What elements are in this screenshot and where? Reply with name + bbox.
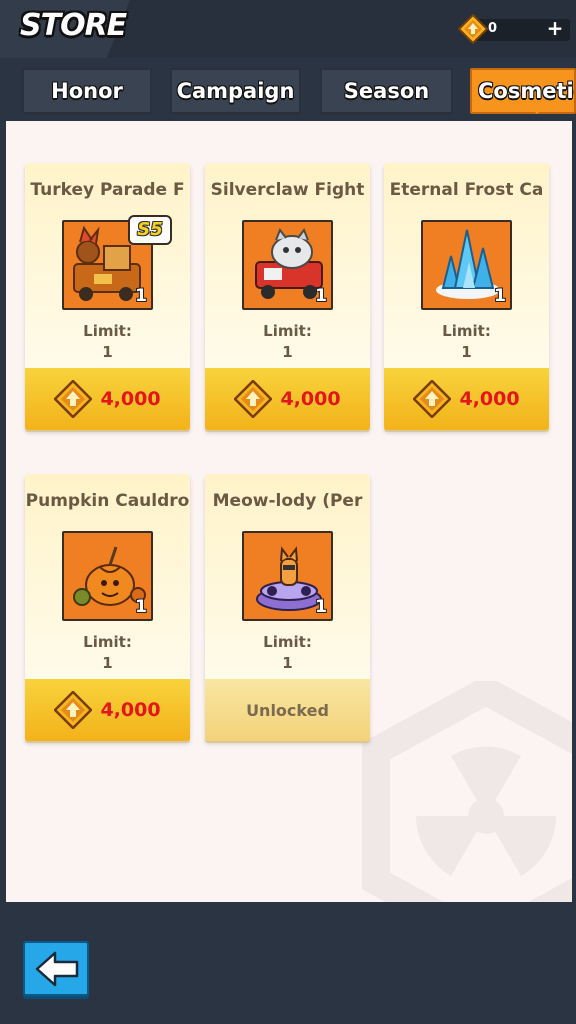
- limit-label: Limit:: [442, 322, 491, 340]
- tab-campaign[interactable]: Campaign: [170, 68, 301, 114]
- page-title: STORE: [20, 8, 127, 43]
- limit-value: 1: [282, 343, 293, 361]
- item-name: Turkey Parade F: [30, 180, 185, 200]
- unlocked-label: Unlocked: [246, 700, 329, 720]
- item-quantity: 1: [494, 286, 506, 306]
- item-image-frame: 1: [242, 220, 333, 310]
- limit-label: Limit:: [263, 633, 312, 651]
- gem-coin-icon: [413, 380, 452, 418]
- item-price: 4,000: [100, 699, 161, 721]
- tab-honor[interactable]: Honor: [22, 68, 152, 114]
- gem-coin-icon: [54, 380, 93, 418]
- cosmetic-shop-panel[interactable]: Turkey Parade F 1 S5 Limit: 1 4,000 Silv…: [6, 121, 572, 902]
- active-tab-pointer: [527, 104, 547, 114]
- season-badge: S5: [128, 215, 172, 245]
- gem-coin-icon: [54, 691, 93, 729]
- gem-coin-icon: [458, 14, 488, 44]
- limit-value: 1: [102, 343, 113, 361]
- limit-value: 1: [282, 654, 293, 672]
- item-name: Eternal Frost Ca: [389, 180, 544, 200]
- buy-button[interactable]: 4,000: [25, 368, 190, 430]
- item-image-frame: 1: [242, 531, 333, 621]
- radiation-watermark-icon: [362, 681, 572, 902]
- item-price: 4,000: [100, 388, 161, 410]
- item-quantity: 1: [135, 597, 147, 617]
- tab-cosmetic[interactable]: Cosmetic: [470, 68, 576, 114]
- back-button[interactable]: [23, 941, 89, 996]
- shop-item-card[interactable]: Silverclaw Fight 1 Limit: 1 4,000: [205, 163, 370, 430]
- currency-counter[interactable]: 0 +: [458, 14, 570, 44]
- unlocked-status: Unlocked: [205, 679, 370, 741]
- store-tabs: Honor Campaign Season Cosmetic: [0, 58, 576, 120]
- item-price: 4,000: [280, 388, 341, 410]
- item-name: Meow-lody (Per: [212, 491, 363, 511]
- limit-label: Limit:: [83, 633, 132, 651]
- shop-item-card[interactable]: Eternal Frost Ca 1 Limit: 1 4,000: [384, 163, 549, 430]
- item-quantity: 1: [315, 286, 327, 306]
- item-name: Silverclaw Fight: [210, 180, 365, 200]
- shop-item-card[interactable]: Meow-lody (Per 1 Limit: 1 Unlocked: [205, 474, 370, 741]
- add-currency-button[interactable]: +: [546, 17, 564, 39]
- currency-value: 0: [488, 21, 498, 36]
- limit-label: Limit:: [263, 322, 312, 340]
- item-image-frame: 1: [421, 220, 512, 310]
- shop-item-card[interactable]: Turkey Parade F 1 S5 Limit: 1 4,000: [25, 163, 190, 430]
- back-arrow-icon: [35, 951, 79, 987]
- tab-season[interactable]: Season: [320, 68, 453, 114]
- item-price: 4,000: [459, 388, 520, 410]
- limit-value: 1: [461, 343, 472, 361]
- buy-button[interactable]: 4,000: [205, 368, 370, 430]
- item-quantity: 1: [315, 597, 327, 617]
- item-quantity: 1: [135, 286, 147, 306]
- gem-coin-icon: [234, 380, 273, 418]
- item-image-frame: 1: [62, 531, 153, 621]
- limit-label: Limit:: [83, 322, 132, 340]
- shop-item-card[interactable]: Pumpkin Cauldro 1 Limit: 1 4,000: [25, 474, 190, 741]
- limit-value: 1: [102, 654, 113, 672]
- header-bar: STORE 0 +: [0, 0, 576, 58]
- item-name: Pumpkin Cauldro: [25, 491, 190, 511]
- buy-button[interactable]: 4,000: [25, 679, 190, 741]
- buy-button[interactable]: 4,000: [384, 368, 549, 430]
